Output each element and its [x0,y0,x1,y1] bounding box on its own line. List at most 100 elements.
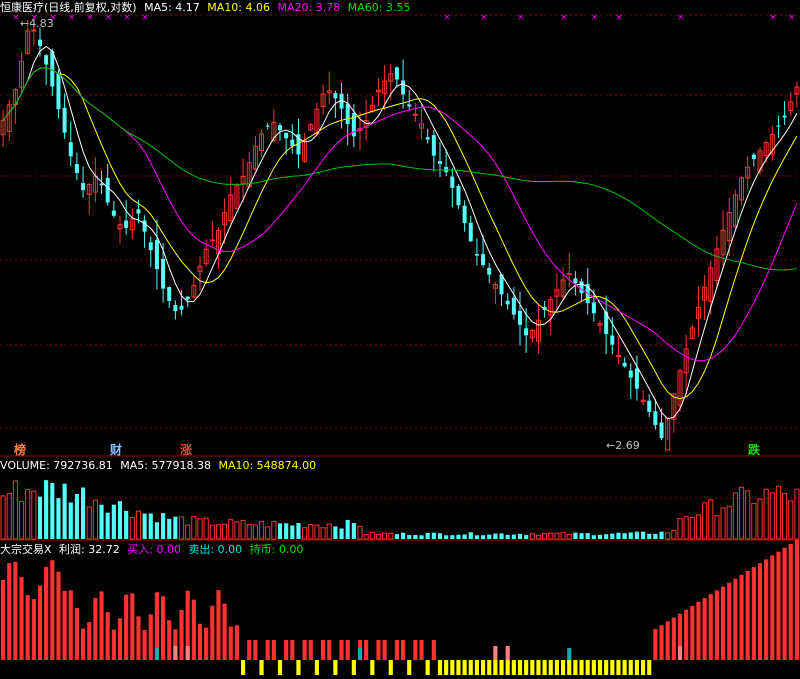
candle-body-down [573,278,578,284]
indicator-bar-positive [382,640,387,660]
volume-bar-up [363,534,369,540]
indicator-bar-positive [339,640,344,660]
indicator-bar-positive [776,551,781,660]
candle-body-down [401,80,406,95]
ma10-line [2,67,798,400]
volume-bar-down [167,518,172,539]
volume-bar-up [788,500,794,540]
volume-bar-down [117,501,123,539]
indicator-bar-hold [277,660,283,675]
volume-bar-down [597,534,603,539]
signal-mark: × [769,13,777,23]
badge-finance[interactable]: 财 [110,441,122,458]
indicator-bar-positive [68,590,73,660]
volume-bar-down [81,487,86,539]
volume-bar-down [487,534,492,539]
volume-bar-down [456,534,461,539]
candle-body-down [161,258,166,289]
candle-body-down [776,125,781,127]
volume-bar-down [517,533,523,539]
volume-bar-down [450,535,455,539]
volume-bar-up [302,527,308,540]
indicator-bar-hold [604,660,609,675]
indicator-bar-positive [794,540,799,660]
indicator-bar-positive [708,594,713,660]
volume-bar-down [277,523,283,539]
indicator-bar-hold [628,660,633,675]
candle-body-down [407,104,412,107]
indicator-bar-positive [124,594,129,660]
volume-bar-down [401,532,406,539]
volume-bar-up [763,488,769,540]
volume-bar-down [111,504,116,539]
volume-bar-down [591,535,596,539]
signal-mark: × [105,13,113,23]
candle-body-down [456,185,461,206]
indicator-bar-positive [216,590,221,660]
indicator-bar-positive [25,595,30,660]
volume-bar-up [25,488,31,540]
indicator-header: 大宗交易X 利润: 32.72 买入: 0.00 卖出: 0.00 持币: 0.… [0,543,307,556]
indicator-bar-positive [265,640,270,660]
candle-body-down [468,222,473,242]
indicator-bar-positive [401,640,406,660]
volume-bar-down [634,531,639,539]
indicator-bar-positive [136,616,141,660]
indicator-bar-hold [444,660,449,675]
volume-bar-down [573,532,578,539]
volume-bar-down [419,535,424,539]
candle-body-down [487,267,492,275]
candle-body-down [62,107,67,133]
indicator-bar-positive [690,605,695,660]
signal-mark: × [480,13,488,23]
indicator-bar-positive [290,640,295,660]
indicator-bar-pink [677,646,683,660]
candle-body-up [566,273,572,276]
signal-mark: × [123,13,131,23]
volume-bar-up [683,516,689,540]
candle-body-down [278,125,282,131]
badge-rise[interactable]: 涨 [180,441,192,458]
volume-bar-up [695,514,702,540]
badge-rank[interactable]: 榜 [14,441,26,458]
volume-bar-up [18,500,25,540]
indicator-bar-hold [481,660,486,675]
volume-bar-down [444,535,449,539]
price-header: 恒康医疗(日线,前复权,对数) MA5: 4.17 MA10: 4.06 MA2… [0,1,414,14]
hold-readout: 持币: 0.00 [249,543,304,556]
volume-bar-down [296,522,301,539]
volume-bar-up [203,517,209,540]
volume-bar-down [44,480,49,539]
volume-bar-down [585,533,590,539]
volume-bar-up [0,495,6,540]
indicator-bar-positive [191,599,196,660]
candle-body-down [394,67,399,80]
volume-bar-up [708,499,714,540]
ma20-line [2,67,798,362]
indicator-bar-positive [745,571,750,660]
indicator-bar-hold [314,660,319,675]
badge-fall[interactable]: 跌 [748,441,760,458]
volume-bar-down [524,535,529,539]
indicator-bar-positive [751,567,756,660]
volume-bar-down [351,523,356,539]
candle-body-down [425,137,430,140]
indicator-bar-positive [13,561,18,660]
volume-bar-down [62,483,67,539]
indicator-bar-hold [517,660,523,675]
volume-bar-down [474,535,479,539]
volume-bar-down [653,533,658,539]
volume-bar-up [702,502,708,540]
volume-bar-down [173,516,178,539]
indicator-bar-hold [548,660,553,675]
indicator-bar-positive [721,586,726,660]
indicator-bar-positive [31,599,36,660]
volume-bar-up [234,521,240,540]
ma60-line [2,67,797,271]
indicator-bar-positive [117,618,123,660]
indicator-bar-teal [357,648,363,660]
volume-bar-up [271,520,277,540]
ma10-readout: MA10: 4.06 [207,1,271,14]
indicator-bar-positive [81,628,86,660]
signal-mark: × [86,13,94,23]
